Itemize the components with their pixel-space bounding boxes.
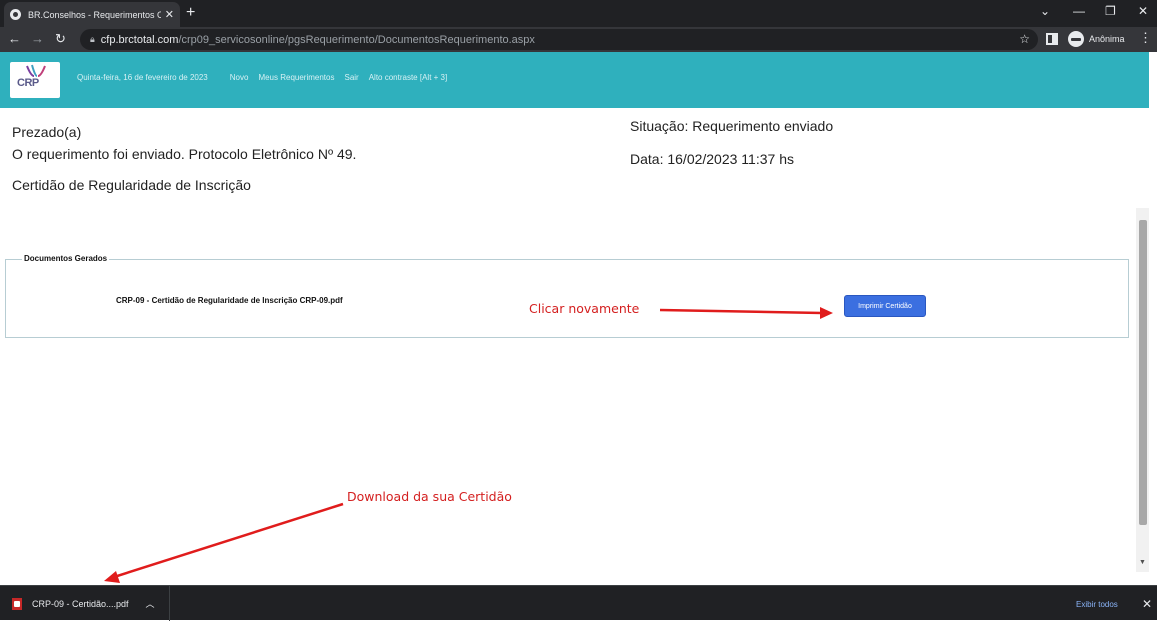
download-item[interactable]: CRP-09 - Certidão....pdf ︿: [0, 586, 170, 621]
show-all-downloads-link[interactable]: Exibir todos: [1076, 600, 1118, 609]
download-bar: CRP-09 - Certidão....pdf ︿ Exibir todos …: [0, 585, 1157, 621]
pdf-file-icon: [12, 597, 22, 610]
arrow-to-download-head: [104, 571, 120, 583]
scroll-down-icon[interactable]: ▼: [1139, 559, 1146, 566]
download-file-label: CRP-09 - Certidão....pdf: [32, 598, 129, 609]
arrow-to-button: [659, 308, 823, 315]
arrow-to-button-head: [820, 307, 833, 319]
close-download-bar-icon[interactable]: ✕: [1142, 597, 1152, 611]
arrow-to-download: [113, 502, 344, 579]
annotation-arrows: [104, 307, 833, 583]
scrollbar-thumb[interactable]: [1139, 220, 1147, 525]
chevron-up-icon[interactable]: ︿: [146, 597, 155, 610]
